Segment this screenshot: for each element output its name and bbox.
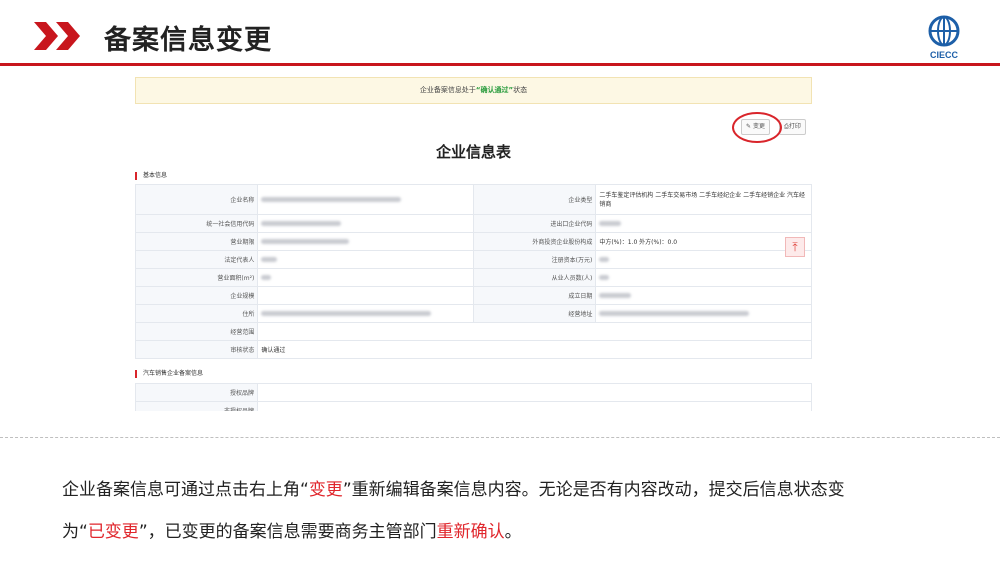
- print-button-label: 打印: [788, 123, 801, 130]
- table-row: 住所 经营地址: [135, 304, 812, 323]
- value-audit-status: 确认通过: [257, 340, 812, 359]
- value-business-address: [595, 304, 812, 323]
- value-business-area: [257, 268, 474, 287]
- slide-title: 备案信息变更: [104, 25, 272, 56]
- arrow-up-to-top-icon[interactable]: ⤒: [785, 237, 805, 257]
- caption-quote: ”: [138, 522, 148, 542]
- value-registered-capital: [595, 250, 812, 269]
- caption-quote: ”: [342, 480, 352, 500]
- caption-line-2: 为“已变更”，已变更的备案信息需要商务主管部门重新确认。: [62, 517, 522, 542]
- value-foreign-investment: 中方(%)：1.0 外方(%)：0.0: [595, 232, 812, 251]
- label-address: 住所: [135, 304, 259, 323]
- label-audit-status: 审核状态: [135, 340, 259, 359]
- notice-status: “确认通过”: [475, 86, 514, 94]
- highlight-circle: [732, 112, 782, 143]
- table-row: 经营范围: [135, 322, 812, 341]
- value-brand: [257, 383, 812, 402]
- table-row: 统一社会信用代码 进出口企业代码: [135, 214, 812, 233]
- caption-quote: “: [79, 522, 88, 542]
- label-non-brand: 非授权品牌: [135, 401, 258, 411]
- table-row: 非授权品牌: [135, 401, 812, 411]
- value-company-type: 二手车鉴定评估机构 二手车交易市场 二手车经纪企业 二手车经销企业 汽车经销商: [595, 184, 812, 215]
- value-employees: [595, 268, 812, 287]
- caption-text: ，已变更的备案信息需要商务主管部门: [147, 522, 437, 542]
- table-row: 营业面积(m²) 从业人员数(人): [135, 268, 812, 287]
- section-basic-info: 基本信息: [135, 172, 167, 180]
- value-scope: [257, 322, 812, 341]
- label-company-scale: 企业规模: [135, 286, 259, 305]
- status-notice: 企业备案信息处于“确认通过”状态: [135, 77, 812, 104]
- label-business-address: 经营地址: [472, 304, 597, 323]
- auto-sales-table: 授权品牌 非授权品牌: [135, 383, 812, 411]
- label-business-term: 营业期限: [135, 232, 259, 251]
- caption-text: 。: [504, 522, 522, 542]
- caption-highlight: 重新确认: [436, 522, 505, 542]
- table-row: 审核状态 确认通过: [135, 340, 812, 359]
- value-non-brand: [257, 401, 812, 411]
- basic-info-table: 企业名称 企业类型 二手车鉴定评估机构 二手车交易市场 二手车经纪企业 二手车经…: [135, 184, 812, 359]
- header-divider: [0, 63, 1000, 66]
- ciecc-logo: CIECC: [924, 14, 964, 60]
- caption-highlight: 已变更: [87, 522, 139, 542]
- notice-prefix: 企业备案信息处于: [419, 86, 476, 94]
- label-foreign-investment: 外商投资企业股份构成: [472, 232, 597, 251]
- label-legal-rep: 法定代表人: [135, 250, 259, 269]
- table-row: 企业规模 成立日期: [135, 286, 812, 305]
- value-legal-rep: [257, 250, 474, 269]
- value-company-name: [257, 184, 474, 215]
- ciecc-globe-icon: [928, 15, 960, 47]
- value-import-export-code: [595, 214, 812, 233]
- value-business-term: [257, 232, 474, 251]
- label-scope: 经营范围: [135, 322, 259, 341]
- table-row: 企业名称 企业类型 二手车鉴定评估机构 二手车交易市场 二手车经纪企业 二手车经…: [135, 184, 812, 215]
- caption-quote: “: [300, 480, 309, 500]
- table-row: 法定代表人 注册资本(万元): [135, 250, 812, 269]
- value-address: [257, 304, 474, 323]
- value-established: [595, 286, 812, 305]
- caption-line-1: 企业备案信息可通过点击右上角“变更”重新编辑备案信息内容。无论是否有内容改动，提…: [62, 475, 845, 500]
- label-import-export-code: 进出口企业代码: [472, 214, 597, 233]
- dashed-divider: [0, 437, 1000, 438]
- form-title: 企业信息表: [435, 143, 511, 161]
- slide-header: 备案信息变更 CIECC: [0, 0, 1000, 66]
- caption-text: 企业备案信息可通过点击右上角: [62, 480, 300, 500]
- section-auto-sales: 汽车销售企业备案信息: [135, 370, 203, 378]
- embedded-screenshot: 企业备案信息处于“确认通过”状态 ✎ 变更 ⎙打印 企业信息表 基本信息 企业名…: [135, 77, 812, 411]
- label-company-type: 企业类型: [472, 184, 597, 215]
- double-chevron-right-icon: [34, 22, 80, 50]
- value-credit-code: [257, 214, 474, 233]
- label-credit-code: 统一社会信用代码: [135, 214, 259, 233]
- label-established: 成立日期: [472, 286, 597, 305]
- caption-text: 重新编辑备案信息内容。无论是否有内容改动，提交后信息状态变: [351, 480, 845, 500]
- label-registered-capital: 注册资本(万元): [472, 250, 597, 269]
- label-brand: 授权品牌: [135, 383, 258, 402]
- label-company-name: 企业名称: [135, 184, 259, 215]
- label-business-area: 营业面积(m²): [135, 268, 259, 287]
- caption-text: 为: [62, 522, 79, 542]
- notice-suffix: 状态: [513, 86, 528, 94]
- table-row: 授权品牌: [135, 383, 812, 402]
- print-button[interactable]: ⎙打印: [779, 119, 806, 135]
- logo-text: CIECC: [929, 50, 958, 60]
- table-row: 营业期限 外商投资企业股份构成 中方(%)：1.0 外方(%)：0.0: [135, 232, 812, 251]
- caption-highlight: 变更: [308, 480, 343, 500]
- label-employees: 从业人员数(人): [472, 268, 597, 287]
- value-company-scale: [257, 286, 474, 305]
